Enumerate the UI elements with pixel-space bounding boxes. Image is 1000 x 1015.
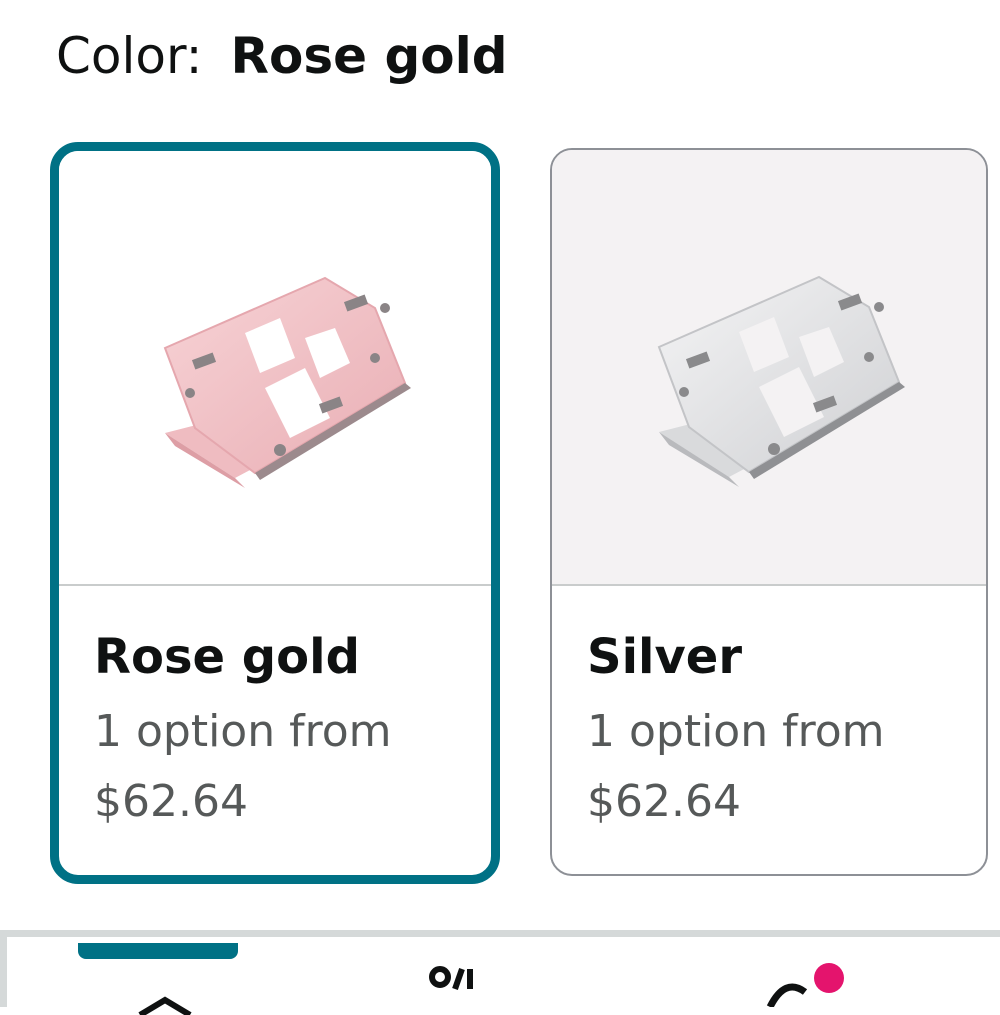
variation-header: Color: Rose gold <box>56 26 508 86</box>
swatch-name: Rose gold <box>94 629 360 685</box>
swatch-image <box>59 151 491 586</box>
active-tab-indicator <box>78 943 238 959</box>
laptop-stand-rose-gold-icon <box>163 276 411 488</box>
notification-badge-dot <box>814 963 844 993</box>
swatch-price: $62.64 <box>587 776 741 827</box>
you-icon[interactable] <box>410 959 500 999</box>
selected-color-value: Rose gold <box>230 27 508 85</box>
home-icon[interactable] <box>120 975 210 1015</box>
bottom-nav-bar <box>0 930 1000 1015</box>
variation-label: Color: <box>56 27 203 85</box>
laptop-stand-silver-icon <box>657 275 905 487</box>
swatch-name: Silver <box>587 629 742 685</box>
swatch-option-text: 1 option from <box>587 706 885 757</box>
swatch-details: Silver 1 option from $62.64 <box>552 586 986 874</box>
swatch-price: $62.64 <box>94 776 248 827</box>
nav-edge <box>0 937 7 1007</box>
swatch-option-text: 1 option from <box>94 706 392 757</box>
swatch-details: Rose gold 1 option from $62.64 <box>59 586 491 875</box>
swatch-image <box>552 150 986 586</box>
swatch-silver[interactable]: Silver 1 option from $62.64 <box>550 148 988 876</box>
swatch-rose-gold[interactable]: Rose gold 1 option from $62.64 <box>50 142 500 884</box>
